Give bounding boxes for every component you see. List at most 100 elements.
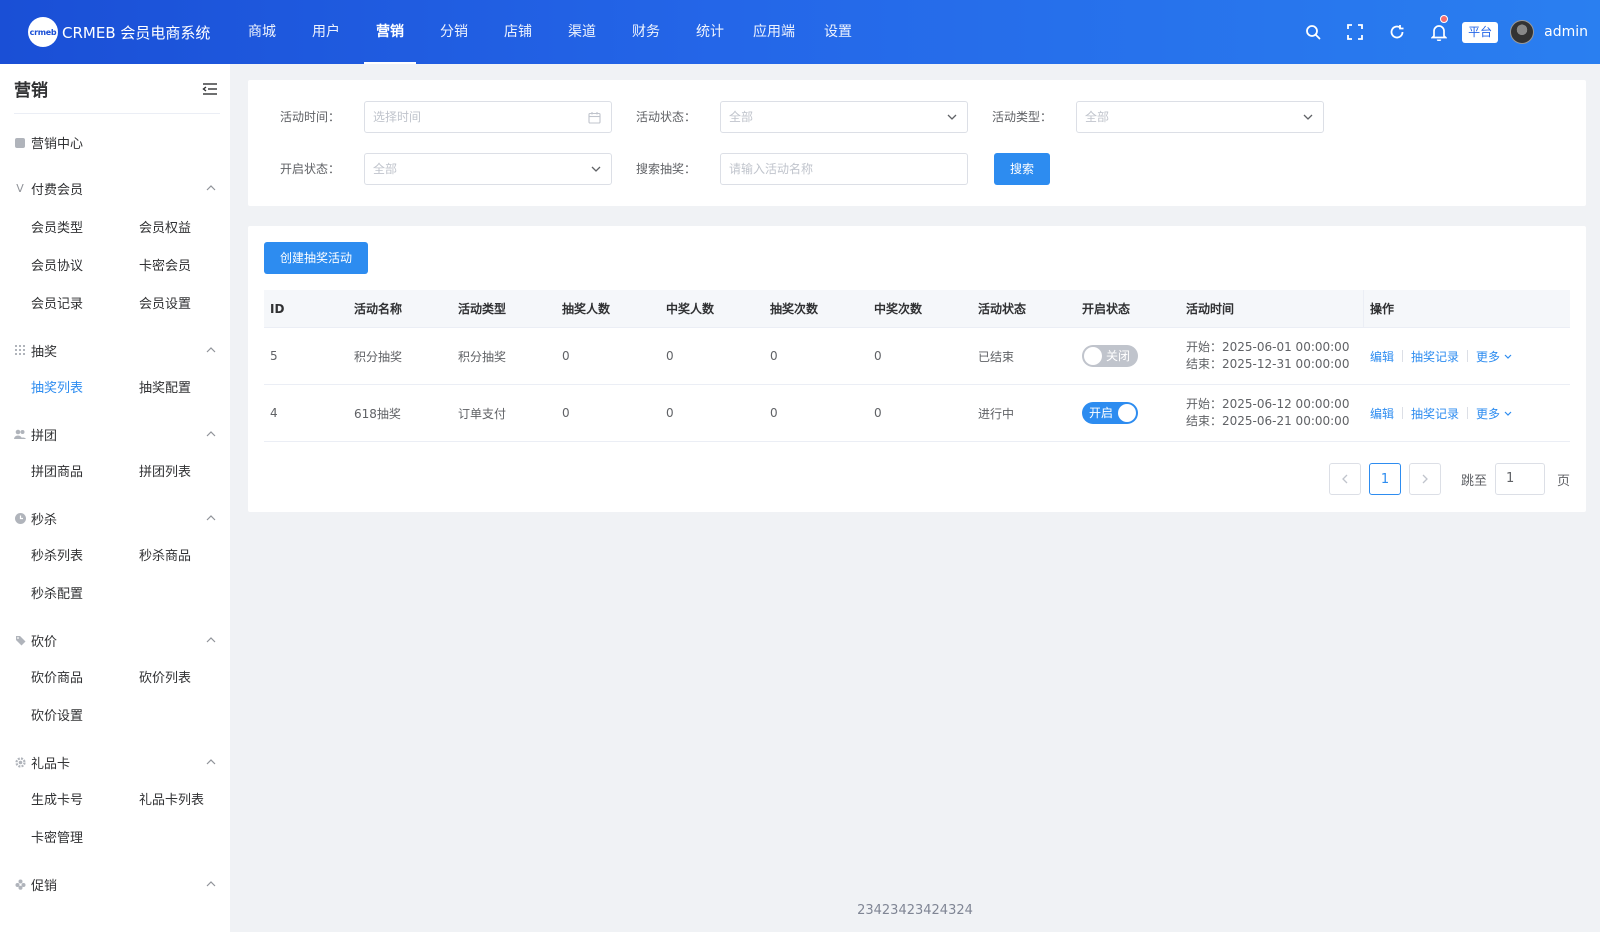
search-icon[interactable]	[1292, 0, 1334, 64]
chevron-up-icon	[206, 345, 216, 355]
platform-badge[interactable]: 平台	[1462, 21, 1499, 43]
more-label: 更多	[1476, 349, 1501, 364]
vip-icon: V	[16, 181, 24, 195]
col-header-draw-times: 抽奖次数	[770, 302, 819, 316]
time-range-picker[interactable]: 选择时间	[364, 101, 612, 133]
filter-status-label: 活动状态：	[635, 110, 696, 124]
sidebar-item-group-products[interactable]: 拼团商品	[31, 461, 83, 480]
edit-link[interactable]: 编辑	[1370, 348, 1394, 365]
sidebar-item-lottery-config[interactable]: 抽奖配置	[139, 377, 191, 396]
create-lottery-button[interactable]: 创建抽奖活动	[264, 242, 368, 274]
col-header-draw-users: 抽奖人数	[562, 302, 611, 316]
pagination: 1 跳至 1 页	[1328, 463, 1570, 495]
username[interactable]: admin	[1544, 24, 1588, 40]
end-time: 结束：2025-06-21 00:00:00	[1186, 414, 1350, 428]
brand-logo[interactable]: crmeb CRMEB 会员电商系统	[28, 17, 210, 47]
open-toggle[interactable]: 开启	[1082, 402, 1138, 424]
bell-icon[interactable]	[1418, 0, 1460, 64]
topnav-item-distribution[interactable]: 分销	[422, 0, 486, 64]
sidebar-group-promotion[interactable]: 促销	[14, 874, 216, 894]
toggle-knob	[1084, 347, 1102, 365]
sidebar-item-bargain-list[interactable]: 砍价列表	[139, 667, 191, 686]
more-dropdown[interactable]: 更多	[1476, 348, 1512, 365]
top-nav: 商城 用户 营销 分销 店铺 渠道 财务 统计 应用端 设置	[230, 0, 870, 64]
sidebar-group-label: 抽奖	[31, 344, 58, 360]
topnav-item-users[interactable]: 用户	[294, 0, 358, 64]
sidebar-item-member-rights[interactable]: 会员权益	[139, 217, 191, 236]
filter-open-label: 开启状态：	[279, 162, 340, 176]
open-toggle[interactable]: 关闭	[1082, 345, 1138, 367]
sidebar-group-group-buy[interactable]: 拼团	[14, 424, 216, 444]
topnav-item-apps[interactable]: 应用端	[742, 0, 806, 64]
divider	[1402, 407, 1404, 419]
search-button[interactable]: 搜索	[994, 153, 1050, 185]
cell-win-times: 0	[874, 349, 882, 363]
lottery-records-link[interactable]: 抽奖记录	[1411, 348, 1459, 365]
jump-page-input[interactable]: 1	[1494, 463, 1545, 495]
fullscreen-icon[interactable]	[1334, 0, 1376, 64]
start-time: 开始：2025-06-01 00:00:00	[1186, 340, 1350, 354]
next-page-button[interactable]	[1408, 463, 1441, 495]
page-number-button[interactable]: 1	[1368, 463, 1401, 495]
jump-label: 跳至	[1460, 473, 1487, 489]
square-icon	[14, 137, 26, 149]
sidebar-item-bargain-settings[interactable]: 砍价设置	[31, 705, 83, 724]
search-input[interactable]: 请输入活动名称	[720, 153, 968, 185]
sidebar-item-member-settings[interactable]: 会员设置	[139, 293, 191, 312]
activity-status-value: 全部	[729, 110, 754, 124]
topnav-item-channel[interactable]: 渠道	[550, 0, 614, 64]
chevron-up-icon	[206, 183, 216, 193]
activity-type-select[interactable]: 全部	[1076, 101, 1324, 133]
sidebar-title: 营销	[14, 81, 48, 101]
avatar[interactable]	[1510, 20, 1535, 44]
sidebar-group-lottery[interactable]: 抽奖	[14, 340, 216, 360]
refresh-icon[interactable]	[1376, 0, 1418, 64]
prev-page-button[interactable]	[1328, 463, 1361, 495]
sidebar-item-flash-products[interactable]: 秒杀商品	[139, 545, 191, 564]
col-header-name: 活动名称	[354, 302, 403, 316]
sidebar-group-gift-card[interactable]: 礼品卡	[14, 752, 216, 772]
sidebar-group-flash-sale[interactable]: 秒杀	[14, 508, 216, 528]
topnav-item-settings[interactable]: 设置	[806, 0, 870, 64]
open-status-select[interactable]: 全部	[364, 153, 612, 185]
sidebar-group-bargain[interactable]: 砍价	[14, 630, 216, 650]
topnav-item-statistics[interactable]: 统计	[678, 0, 742, 64]
sidebar-item-generate-card[interactable]: 生成卡号	[31, 789, 83, 808]
cell-id: 5	[270, 349, 278, 363]
topnav-item-mall[interactable]: 商城	[230, 0, 294, 64]
sidebar-item-flash-config[interactable]: 秒杀配置	[31, 583, 83, 602]
cell-status: 进行中	[978, 406, 1015, 421]
edit-link[interactable]: 编辑	[1370, 405, 1394, 422]
sidebar: 营销 营销中心 V 付费会员 会员类型 会员权益 会员协议 卡密会员 会员记录 会…	[0, 64, 230, 932]
sidebar-item-group-list[interactable]: 拼团列表	[139, 461, 191, 480]
sidebar-item-member-type[interactable]: 会员类型	[31, 217, 83, 236]
cell-open: 关闭	[1076, 345, 1180, 367]
topnav-item-store[interactable]: 店铺	[486, 0, 550, 64]
col-header-id: ID	[270, 301, 285, 316]
cell-win-users: 0	[666, 349, 674, 363]
cell-open: 开启	[1076, 402, 1180, 424]
table-header: ID 活动名称 活动类型 抽奖人数 中奖人数 抽奖次数 中奖次数 活动状态 开启…	[264, 289, 1570, 328]
activity-status-select[interactable]: 全部	[720, 101, 968, 133]
sidebar-item-lottery-list[interactable]: 抽奖列表	[31, 377, 83, 396]
sidebar-item-member-records[interactable]: 会员记录	[31, 293, 83, 312]
lottery-records-link[interactable]: 抽奖记录	[1411, 405, 1459, 422]
sidebar-item-card-member[interactable]: 卡密会员	[139, 255, 191, 274]
sidebar-item-member-agreement[interactable]: 会员协议	[31, 255, 83, 274]
menu-collapse-icon[interactable]	[200, 79, 220, 99]
more-dropdown[interactable]: 更多	[1476, 405, 1512, 422]
col-header-open: 开启状态	[1082, 302, 1131, 316]
sidebar-item-flash-list[interactable]: 秒杀列表	[31, 545, 83, 564]
topnav-item-finance[interactable]: 财务	[614, 0, 678, 64]
lottery-table-panel: 创建抽奖活动 ID 活动名称 活动类型 抽奖人数 中奖人数 抽奖次数 中奖次数 …	[248, 226, 1586, 512]
sidebar-item-card-secret-manage[interactable]: 卡密管理	[31, 827, 83, 846]
toggle-text: 开启	[1089, 406, 1114, 420]
sidebar-item-bargain-products[interactable]: 砍价商品	[31, 667, 83, 686]
lottery-table: ID 活动名称 活动类型 抽奖人数 中奖人数 抽奖次数 中奖次数 活动状态 开启…	[264, 289, 1570, 442]
topnav-item-marketing[interactable]: 营销	[358, 0, 422, 64]
chevron-down-icon	[1504, 411, 1512, 416]
sidebar-item-marketing-center[interactable]: 营销中心	[14, 133, 83, 152]
sidebar-item-gift-card-list[interactable]: 礼品卡列表	[139, 789, 204, 808]
sidebar-group-paid-member[interactable]: V 付费会员	[14, 178, 216, 198]
sidebar-group-label: 砍价	[31, 634, 58, 650]
